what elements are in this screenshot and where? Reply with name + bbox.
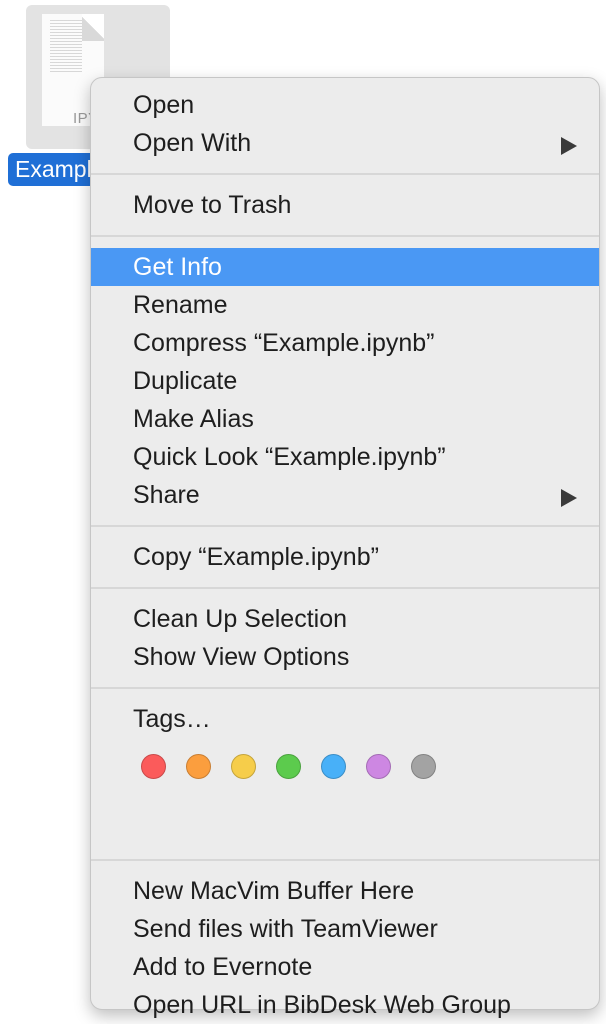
menu-item-get-info[interactable]: Get Info bbox=[91, 248, 599, 286]
menu-item-copy[interactable]: Copy “Example.ipynb” bbox=[91, 538, 599, 576]
menu-separator bbox=[91, 848, 599, 872]
menu-item-compress[interactable]: Compress “Example.ipynb” bbox=[91, 324, 599, 362]
context-menu: Open Open With Move to Trash Get Info Re… bbox=[90, 77, 600, 1019]
menu-item-share[interactable]: Share bbox=[91, 476, 599, 514]
tag-green-icon[interactable] bbox=[276, 754, 301, 779]
tag-blue-icon[interactable] bbox=[321, 754, 346, 779]
tags-spacer bbox=[91, 808, 599, 848]
menu-item-move-to-trash[interactable]: Move to Trash bbox=[91, 186, 599, 224]
menu-item-show-view-options[interactable]: Show View Options bbox=[91, 638, 599, 676]
menu-item-rename[interactable]: Rename bbox=[91, 286, 599, 324]
tag-color-row bbox=[91, 738, 599, 808]
menu-item-open[interactable]: Open bbox=[91, 86, 599, 124]
menu-separator bbox=[91, 576, 599, 600]
document-fold-icon bbox=[82, 14, 104, 41]
menu-separator bbox=[91, 676, 599, 700]
menu-item-send-teamviewer[interactable]: Send files with TeamViewer bbox=[91, 910, 599, 948]
tag-purple-icon[interactable] bbox=[366, 754, 391, 779]
menu-item-new-macvim-buffer[interactable]: New MacVim Buffer Here bbox=[91, 872, 599, 910]
tag-gray-icon[interactable] bbox=[411, 754, 436, 779]
menu-item-clean-up-selection[interactable]: Clean Up Selection bbox=[91, 600, 599, 638]
menu-item-add-to-evernote[interactable]: Add to Evernote bbox=[91, 948, 599, 986]
menu-item-quick-look[interactable]: Quick Look “Example.ipynb” bbox=[91, 438, 599, 476]
menu-separator bbox=[91, 514, 599, 538]
tag-yellow-icon[interactable] bbox=[231, 754, 256, 779]
tag-red-icon[interactable] bbox=[141, 754, 166, 779]
document-preview-lines bbox=[50, 20, 82, 72]
menu-item-open-url-bibdesk[interactable]: Open URL in BibDesk Web Group bbox=[91, 986, 599, 1024]
menu-item-label: Share bbox=[133, 481, 200, 509]
menu-item-open-with[interactable]: Open With bbox=[91, 124, 599, 162]
tag-orange-icon[interactable] bbox=[186, 754, 211, 779]
menu-item-make-alias[interactable]: Make Alias bbox=[91, 400, 599, 438]
submenu-arrow-icon bbox=[561, 489, 577, 507]
menu-item-tags[interactable]: Tags… bbox=[91, 700, 599, 738]
menu-item-label: Open With bbox=[133, 129, 252, 157]
submenu-arrow-icon bbox=[561, 137, 577, 155]
menu-separator bbox=[91, 224, 599, 248]
menu-item-duplicate[interactable]: Duplicate bbox=[91, 362, 599, 400]
menu-separator bbox=[91, 162, 599, 186]
